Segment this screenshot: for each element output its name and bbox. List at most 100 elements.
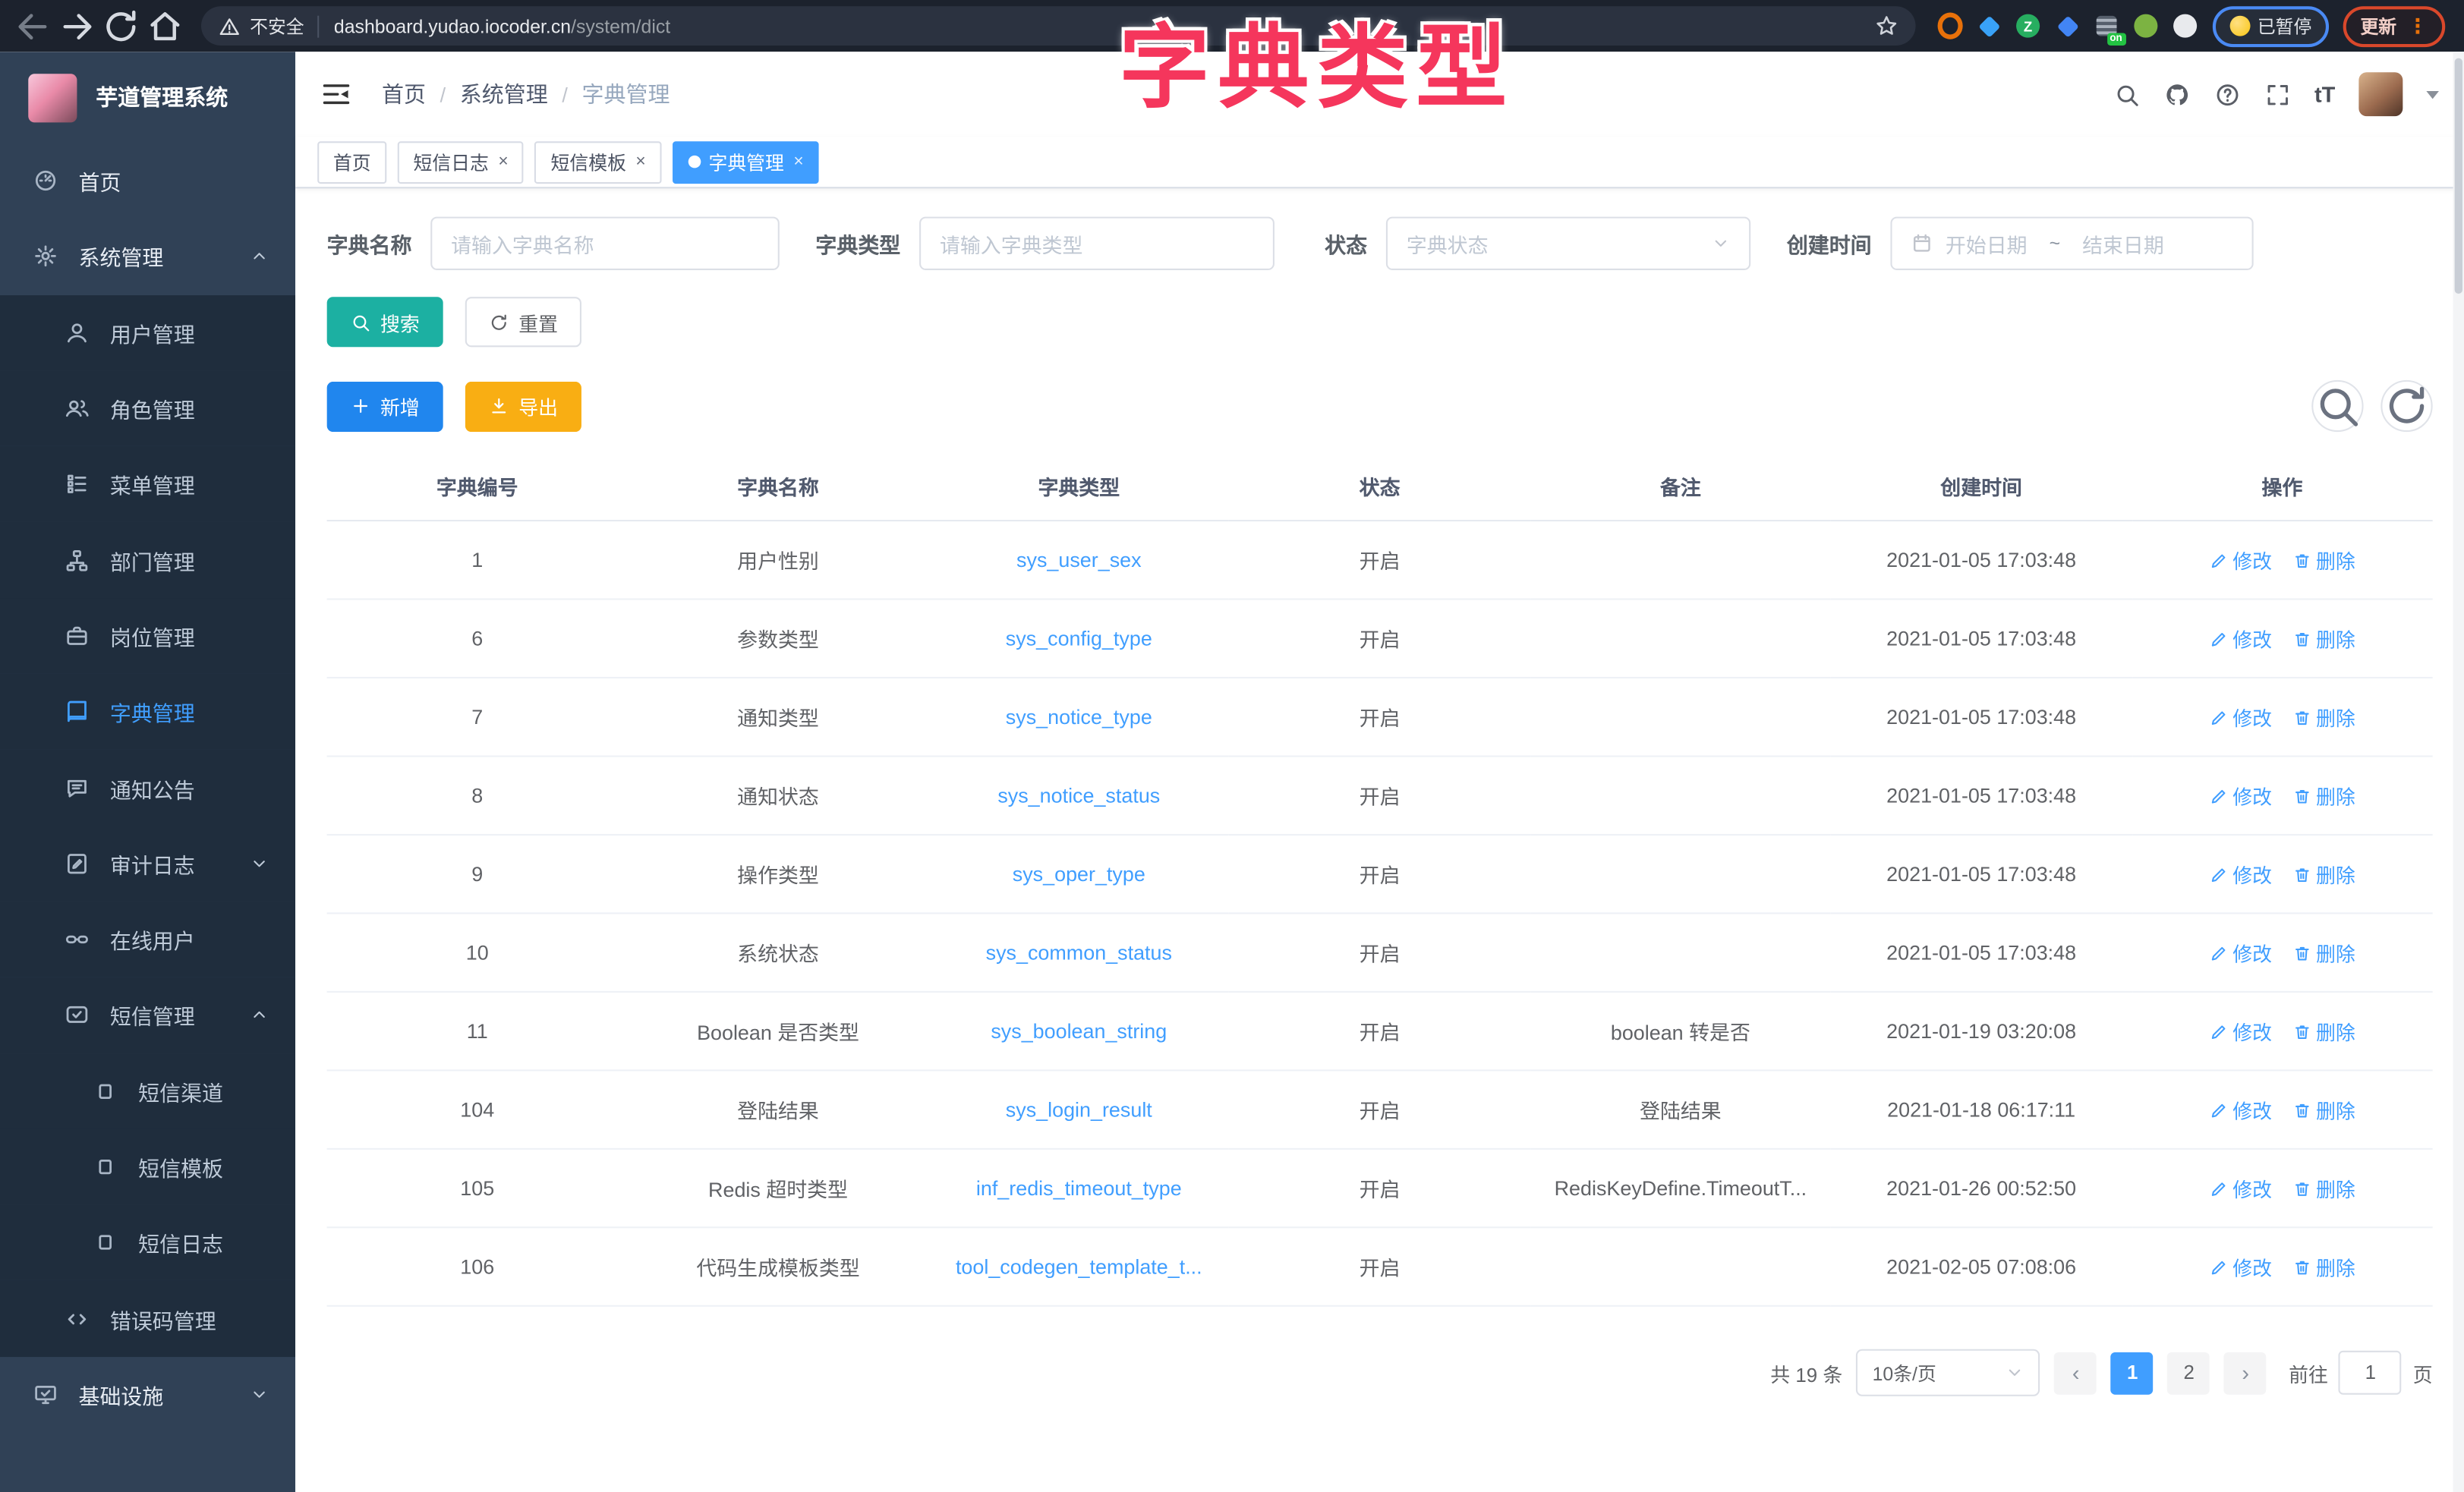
- cell-dict-id: 106: [327, 1227, 628, 1305]
- sidebar-item-errcode[interactable]: 错误码管理: [0, 1281, 295, 1357]
- browser-reload-button[interactable]: [100, 5, 141, 46]
- delete-link[interactable]: 删除: [2292, 1251, 2355, 1281]
- next-page-button[interactable]: ›: [2224, 1352, 2267, 1394]
- sidebar-item-dict[interactable]: 字典管理: [0, 674, 295, 750]
- edit-link[interactable]: 修改: [2209, 624, 2272, 653]
- dict-type-link[interactable]: sys_user_sex: [1016, 548, 1142, 571]
- prev-page-button[interactable]: ‹: [2055, 1352, 2097, 1394]
- refresh-table-button[interactable]: [2381, 380, 2432, 432]
- status-select[interactable]: 字典状态: [1386, 217, 1750, 270]
- toggle-search-button[interactable]: [2311, 380, 2363, 432]
- dict-type-link[interactable]: sys_notice_type: [1006, 705, 1152, 729]
- browser-menu-kebab-icon[interactable]: ⋮: [2408, 18, 2428, 34]
- edit-link[interactable]: 修改: [2209, 1173, 2272, 1203]
- browser-forward-button[interactable]: [57, 5, 98, 46]
- breadcrumb-system[interactable]: 系统管理: [460, 78, 548, 109]
- bookmark-star-icon[interactable]: [1874, 14, 1898, 38]
- sidebar-item-sms-log[interactable]: 短信日志: [0, 1205, 295, 1281]
- sidebar-item-post[interactable]: 岗位管理: [0, 598, 295, 674]
- sidebar-item-sms[interactable]: 短信管理: [0, 977, 295, 1053]
- extension-blue-gem-icon[interactable]: [1976, 14, 2001, 39]
- address-bar[interactable]: 不安全 dashboard.yudao.iocoder.cn/system/di…: [201, 6, 1915, 46]
- tab-首页[interactable]: 首页: [317, 140, 386, 183]
- close-tab-icon[interactable]: ×: [498, 153, 508, 171]
- dict-type-link[interactable]: sys_notice_status: [997, 784, 1160, 807]
- edit-link[interactable]: 修改: [2209, 1094, 2272, 1124]
- delete-link[interactable]: 删除: [2292, 937, 2355, 967]
- dict-type-input[interactable]: 请输入字典类型: [919, 217, 1275, 270]
- breadcrumb-home[interactable]: 首页: [382, 78, 426, 109]
- close-tab-icon[interactable]: ×: [635, 153, 645, 171]
- delete-link[interactable]: 删除: [2292, 1016, 2355, 1046]
- dict-type-link[interactable]: inf_redis_timeout_type: [976, 1176, 1182, 1200]
- dict-type-link[interactable]: tool_codegen_template_t...: [956, 1255, 1202, 1279]
- edit-link[interactable]: 修改: [2209, 937, 2272, 967]
- close-tab-icon[interactable]: ×: [793, 153, 803, 171]
- sidebar-item-role[interactable]: 角色管理: [0, 370, 295, 446]
- export-button[interactable]: 导出: [465, 381, 581, 431]
- sidebar-item-sms-channel[interactable]: 短信渠道: [0, 1053, 295, 1129]
- delete-link[interactable]: 删除: [2292, 781, 2355, 811]
- reset-button[interactable]: 重置: [465, 297, 581, 347]
- sidebar-item-infra[interactable]: 基础设施: [0, 1357, 295, 1433]
- delete-link[interactable]: 删除: [2292, 1094, 2355, 1124]
- sidebar-item-user[interactable]: 用户管理: [0, 294, 295, 370]
- profile-chip[interactable]: 已暂停: [2212, 5, 2329, 46]
- header-search-icon[interactable]: [2113, 81, 2140, 108]
- add-button[interactable]: 新增: [327, 381, 443, 431]
- edit-link[interactable]: 修改: [2209, 781, 2272, 811]
- delete-link[interactable]: 删除: [2292, 1173, 2355, 1203]
- browser-home-button[interactable]: [144, 5, 185, 46]
- delete-link[interactable]: 删除: [2292, 859, 2355, 889]
- dict-type-link[interactable]: sys_common_status: [986, 941, 1172, 965]
- help-icon[interactable]: [2214, 81, 2240, 108]
- avatar-caret-down-icon[interactable]: [2426, 90, 2439, 98]
- browser-back-button[interactable]: [13, 5, 54, 46]
- font-size-icon[interactable]: tT: [2314, 82, 2335, 107]
- page-button-1[interactable]: 1: [2111, 1352, 2154, 1394]
- browser-update-button[interactable]: 更新 ⋮: [2343, 5, 2446, 46]
- page-size-select[interactable]: 10条/页: [1857, 1349, 2040, 1396]
- delete-link[interactable]: 删除: [2292, 545, 2355, 574]
- sidebar-item-online[interactable]: 在线用户: [0, 902, 295, 977]
- extension-green-z-icon[interactable]: Z: [2015, 14, 2040, 39]
- sidebar-collapse-button[interactable]: [320, 78, 351, 109]
- security-label[interactable]: 不安全: [250, 14, 304, 39]
- user-avatar[interactable]: [2358, 72, 2403, 116]
- delete-link[interactable]: 删除: [2292, 624, 2355, 653]
- extension-puzzle-icon[interactable]: [2173, 14, 2198, 39]
- sidebar-item-system[interactable]: 系统管理: [0, 219, 295, 294]
- edit-link[interactable]: 修改: [2209, 545, 2272, 574]
- sidebar-item-notice[interactable]: 通知公告: [0, 750, 295, 826]
- scrollbar-thumb[interactable]: [2455, 58, 2462, 294]
- delete-link[interactable]: 删除: [2292, 702, 2355, 732]
- extension-orange-ring-icon[interactable]: [1937, 14, 1962, 39]
- sidebar-item-dept[interactable]: 部门管理: [0, 522, 295, 598]
- page-button-2[interactable]: 2: [2168, 1352, 2210, 1394]
- extension-blue-diamond-icon[interactable]: [2055, 14, 2080, 39]
- search-button[interactable]: 搜索: [327, 297, 443, 347]
- dict-type-link[interactable]: sys_config_type: [1006, 627, 1152, 650]
- sidebar-item-audit[interactable]: 审计日志: [0, 826, 295, 902]
- github-icon[interactable]: [2163, 81, 2190, 108]
- page-scrollbar[interactable]: [2453, 52, 2464, 1492]
- edit-link[interactable]: 修改: [2209, 1016, 2272, 1046]
- dict-type-link[interactable]: sys_boolean_string: [991, 1019, 1167, 1043]
- edit-link[interactable]: 修改: [2209, 1251, 2272, 1281]
- sidebar-item-home[interactable]: 首页: [0, 143, 295, 219]
- tab-短信日志[interactable]: 短信日志×: [398, 140, 525, 183]
- date-range-picker[interactable]: 开始日期 ~ 结束日期: [1890, 217, 2253, 270]
- dict-type-link[interactable]: sys_login_result: [1006, 1098, 1152, 1122]
- dict-name-input[interactable]: 请输入字典名称: [430, 217, 780, 270]
- extension-list-on-icon[interactable]: on: [2094, 14, 2119, 39]
- edit-link[interactable]: 修改: [2209, 859, 2272, 889]
- sidebar-item-menu[interactable]: 菜单管理: [0, 446, 295, 522]
- dict-type-link[interactable]: sys_oper_type: [1013, 862, 1145, 886]
- extension-green-plant-icon[interactable]: [2133, 14, 2158, 39]
- sidebar-item-sms-template[interactable]: 短信模板: [0, 1129, 295, 1205]
- goto-page-input[interactable]: 1: [2339, 1351, 2402, 1395]
- tab-字典管理[interactable]: 字典管理×: [673, 140, 819, 183]
- fullscreen-icon[interactable]: [2264, 81, 2291, 108]
- tab-短信模板[interactable]: 短信模板×: [535, 140, 662, 183]
- edit-link[interactable]: 修改: [2209, 702, 2272, 732]
